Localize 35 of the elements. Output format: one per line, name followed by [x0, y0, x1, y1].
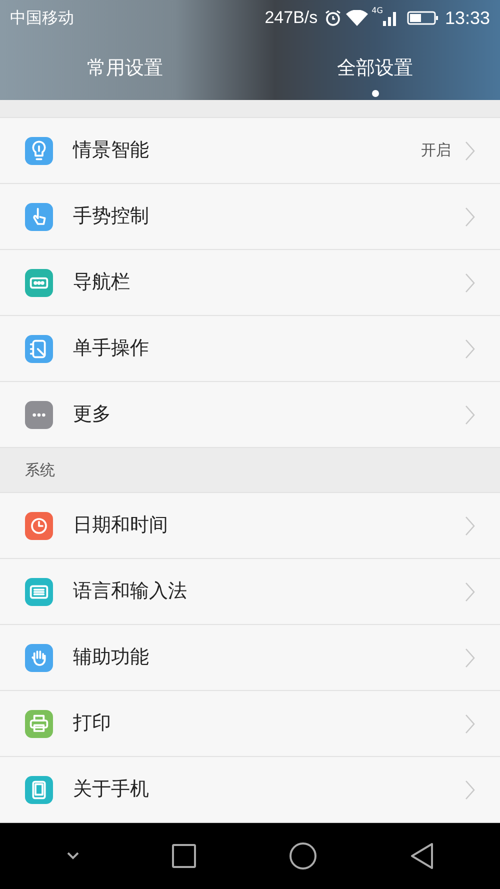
chevron-icon: [465, 582, 475, 602]
row-label: 语言和输入法: [73, 579, 188, 604]
wifi-icon: [346, 10, 368, 26]
chevron-icon: [465, 206, 475, 226]
row-label: 导航栏: [73, 270, 131, 296]
chevron-icon: [465, 648, 475, 668]
row-label: 辅助功能: [73, 645, 150, 670]
row-label: 情景智能: [73, 138, 150, 164]
row-label: 更多: [73, 402, 112, 428]
chevron-icon: [465, 780, 475, 800]
chevron-down-icon[interactable]: [66, 852, 78, 860]
network-type: 4G: [372, 5, 383, 17]
alarm-icon: [324, 9, 342, 27]
row-label: 手势控制: [73, 204, 150, 230]
carrier: 中国移动: [10, 7, 74, 29]
chevron-icon: [465, 714, 475, 734]
square-icon[interactable]: [172, 844, 196, 868]
chevron-icon: [465, 516, 475, 536]
row-label: 单手操作: [73, 336, 150, 362]
row-label: 打印: [73, 711, 112, 736]
circle-icon[interactable]: [288, 842, 316, 870]
chevron-icon: [465, 338, 475, 358]
section-title: 系统: [25, 460, 55, 481]
row-label: 日期和时间: [73, 513, 169, 538]
chevron-icon: [465, 272, 475, 292]
network-speed: 247B/s: [264, 7, 318, 30]
signal-icon: [382, 10, 397, 26]
chevron-icon: [465, 140, 475, 160]
tab[interactable]: 全部设置: [250, 36, 500, 100]
back-icon[interactable]: [410, 843, 434, 869]
row-value: 开启: [421, 140, 451, 162]
battery-icon: [406, 10, 439, 26]
clock-time: 13:33: [444, 6, 490, 30]
row-label: 关于手机: [73, 777, 150, 802]
chevron-icon: [465, 404, 475, 424]
